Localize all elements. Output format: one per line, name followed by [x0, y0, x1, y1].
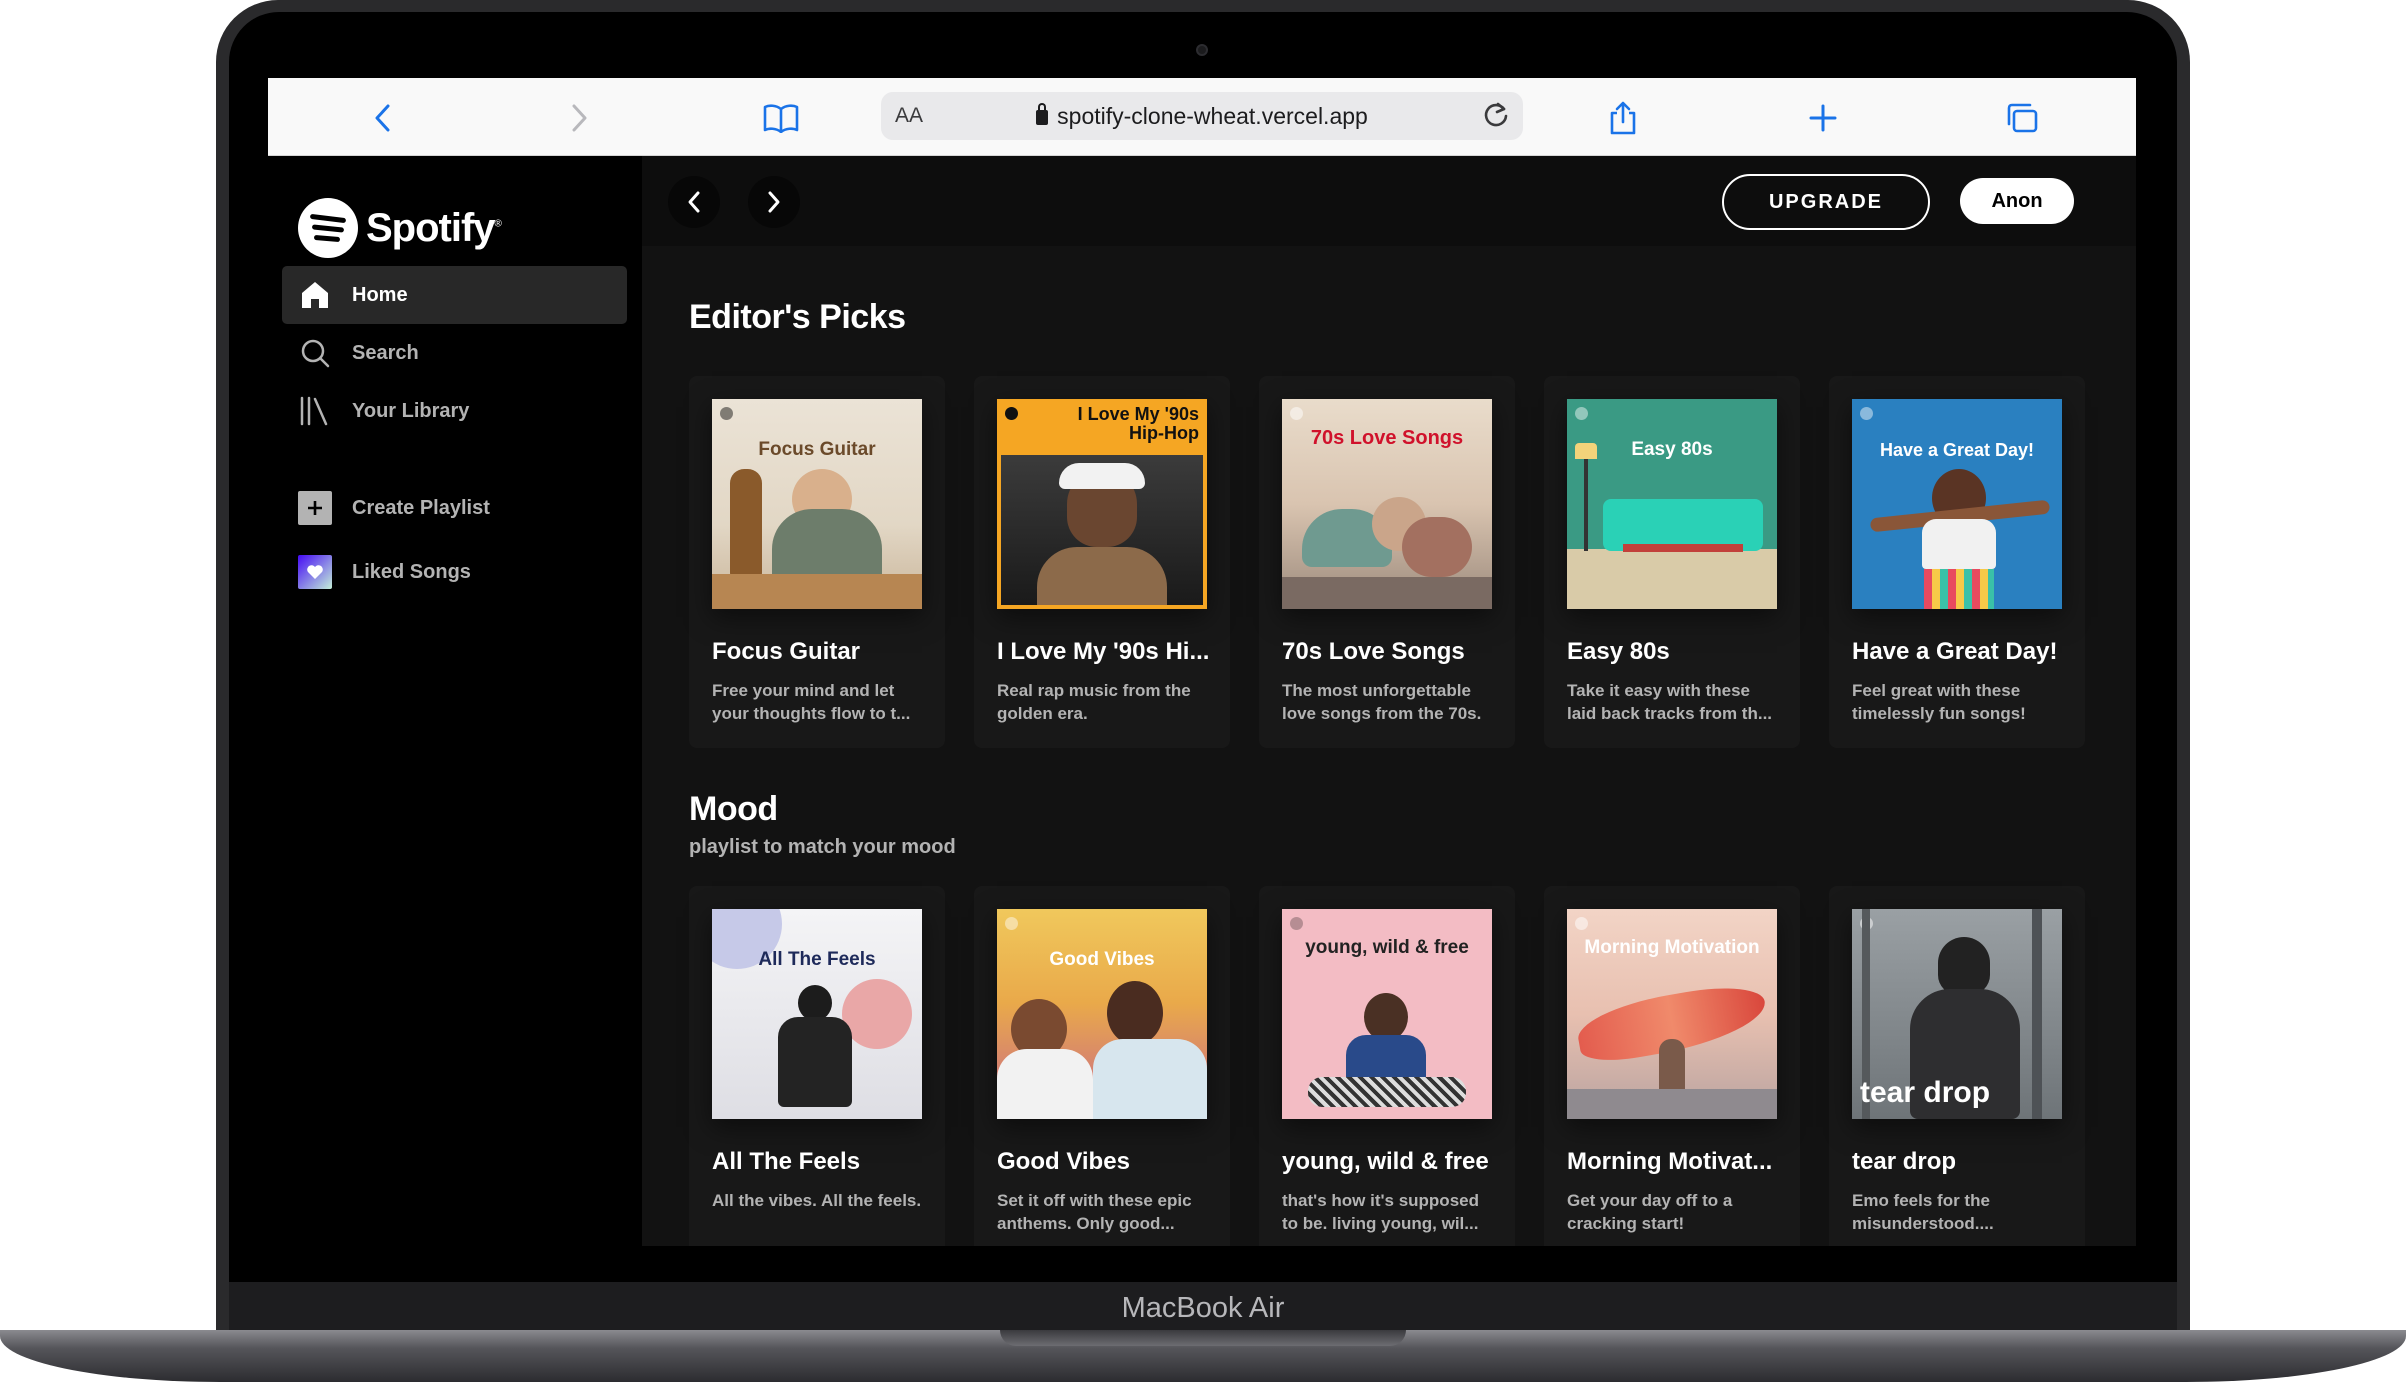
- playlist-name: young, wild & free: [1282, 1148, 1489, 1175]
- playlist-cover: Good Vibes: [997, 909, 1207, 1119]
- top-bar: UPGRADE Anon: [642, 156, 2136, 246]
- playlist-description: that's how it's supposed to be. living y…: [1282, 1191, 1479, 1233]
- cover-title: Morning Motivation: [1584, 937, 1760, 958]
- address-bar[interactable]: AA spotify-clone-wheat.vercel.app: [881, 92, 1523, 140]
- url-value: spotify-clone-wheat.vercel.app: [1057, 103, 1368, 129]
- playlist-name: Good Vibes: [997, 1148, 1130, 1175]
- new-tab-icon[interactable]: [1803, 98, 1843, 138]
- playlist-description: Emo feels for the misunderstood....: [1852, 1191, 1994, 1233]
- cover-title: Good Vibes: [1049, 949, 1155, 970]
- playlist-cover: Easy 80s: [1567, 399, 1777, 609]
- camera-icon: [1196, 44, 1208, 56]
- tabs-icon[interactable]: [2002, 98, 2042, 138]
- laptop-chin: MacBook Air: [229, 1282, 2177, 1330]
- playlist-card[interactable]: All The Feels All The Feels All the vibe…: [689, 886, 945, 1246]
- liked-songs-button[interactable]: Liked Songs: [282, 543, 627, 601]
- main-content: Editor's Picks Focus Guitar Focus Guitar…: [642, 246, 2136, 1246]
- sidebar-item-library[interactable]: Your Library: [282, 382, 627, 440]
- reload-icon[interactable]: [1483, 100, 1509, 135]
- playlist-name: 70s Love Songs: [1282, 638, 1465, 665]
- search-icon: [298, 336, 332, 370]
- browser-toolbar: AA spotify-clone-wheat.vercel.app: [268, 78, 2136, 156]
- chevron-left-icon: [688, 191, 700, 213]
- cover-title: Have a Great Day!: [1879, 440, 2035, 460]
- playlist-cover: Focus Guitar: [712, 399, 922, 609]
- playlist-description: Set it off with these epic anthems. Only…: [997, 1191, 1192, 1233]
- section-title: Mood: [689, 790, 778, 828]
- playlist-card[interactable]: Focus Guitar Focus Guitar Free your mind…: [689, 376, 945, 748]
- create-playlist-label: Create Playlist: [352, 496, 490, 519]
- cover-title: Focus Guitar: [758, 439, 876, 460]
- history-forward-button[interactable]: [748, 176, 800, 228]
- upgrade-button[interactable]: UPGRADE: [1722, 174, 1930, 230]
- url-text: spotify-clone-wheat.vercel.app: [881, 103, 1523, 130]
- playlist-name: Have a Great Day!: [1852, 638, 2058, 665]
- laptop-hinge-notch: [1000, 1330, 1406, 1346]
- playlist-description: All the vibes. All the feels.: [712, 1191, 922, 1210]
- library-icon: [298, 394, 332, 428]
- user-menu-button[interactable]: Anon: [1960, 178, 2074, 224]
- playlist-name: Easy 80s: [1567, 638, 1670, 665]
- playlist-cover: Morning Motivation: [1567, 909, 1777, 1119]
- playlist-card[interactable]: tear drop tear drop Emo feels for the mi…: [1829, 886, 2085, 1246]
- cover-title: 70s Love Songs: [1310, 427, 1464, 449]
- playlist-description: Take it easy with these laid back tracks…: [1567, 681, 1773, 723]
- sidebar-item-label: Search: [352, 341, 419, 364]
- history-back-button[interactable]: [668, 176, 720, 228]
- cover-title: All The Feels: [758, 949, 876, 970]
- playlist-description: Feel great with these timelessly fun son…: [1852, 681, 2026, 723]
- playlist-cover: 70s Love Songs: [1282, 399, 1492, 609]
- playlist-name: Focus Guitar: [712, 638, 861, 665]
- back-icon[interactable]: [362, 98, 402, 138]
- playlist-card[interactable]: I Love My '90s Hip-Hop I Love My '90s Hi…: [974, 376, 1230, 748]
- forward-icon[interactable]: [560, 98, 600, 138]
- sidebar-item-home[interactable]: Home: [282, 266, 627, 324]
- cover-title: tear drop: [1860, 1076, 1991, 1109]
- playlist-name: tear drop: [1852, 1148, 1957, 1175]
- playlist-cover: I Love My '90s Hip-Hop: [997, 399, 1207, 609]
- heart-icon: [298, 555, 332, 589]
- cover-title: Easy 80s: [1631, 439, 1713, 460]
- playlist-cover: young, wild & free: [1282, 909, 1492, 1119]
- chevron-right-icon: [768, 191, 780, 213]
- playlist-card[interactable]: young, wild & free young, wild & free th…: [1259, 886, 1515, 1246]
- cover-title: young, wild & free: [1305, 937, 1469, 958]
- playlist-card[interactable]: Easy 80s Easy 80s Take it easy with thes…: [1544, 376, 1800, 748]
- sidebar-item-label: Your Library: [352, 399, 470, 422]
- playlist-name: Morning Motivat...: [1567, 1148, 1773, 1175]
- playlist-card[interactable]: 70s Love Songs 70s Love Songs The most u…: [1259, 376, 1515, 748]
- playlist-name: I Love My '90s Hi...: [997, 638, 1210, 665]
- sidebar-item-search[interactable]: Search: [282, 324, 627, 382]
- spotify-app: Spotify® Home Search Your Library Create…: [268, 156, 2136, 1246]
- playlist-cover: Have a Great Day!: [1852, 399, 2062, 609]
- playlist-cover: tear drop: [1852, 909, 2062, 1119]
- bookmarks-icon[interactable]: [761, 98, 801, 138]
- playlist-description: The most unforgettable love songs from t…: [1282, 681, 1482, 723]
- spotify-logo-icon: [298, 198, 358, 258]
- playlist-cover: All The Feels: [712, 909, 922, 1119]
- playlist-card[interactable]: Good Vibes Good Vibes Set it off with th…: [974, 886, 1230, 1246]
- playlist-description: Real rap music from the golden era.: [997, 681, 1191, 723]
- spotify-logo[interactable]: Spotify®: [298, 198, 502, 258]
- spotify-wordmark: Spotify®: [366, 205, 502, 250]
- playlist-card[interactable]: Have a Great Day! Have a Great Day! Feel…: [1829, 376, 2085, 748]
- device-label: MacBook Air: [1121, 1292, 1285, 1324]
- section-subtitle: playlist to match your mood: [689, 836, 956, 858]
- sidebar: Spotify® Home Search Your Library Create…: [268, 156, 642, 1246]
- section-title: Editor's Picks: [689, 298, 906, 336]
- playlist-name: All The Feels: [712, 1148, 861, 1175]
- lock-icon: [1036, 103, 1049, 125]
- liked-songs-label: Liked Songs: [352, 560, 471, 583]
- sidebar-item-label: Home: [352, 283, 408, 306]
- create-playlist-button[interactable]: Create Playlist: [282, 479, 627, 537]
- screen: AA spotify-clone-wheat.vercel.app Spotif…: [268, 78, 2136, 1246]
- playlist-description: Get your day off to a cracking start!: [1567, 1191, 1733, 1233]
- share-icon[interactable]: [1603, 98, 1643, 138]
- playlist-card[interactable]: Morning Motivation Morning Motivat... Ge…: [1544, 886, 1800, 1246]
- cover-title: I Love My '90s Hip-Hop: [1077, 404, 1199, 443]
- home-icon: [298, 278, 332, 312]
- playlist-description: Free your mind and let your thoughts flo…: [712, 681, 911, 723]
- plus-icon: [298, 491, 332, 525]
